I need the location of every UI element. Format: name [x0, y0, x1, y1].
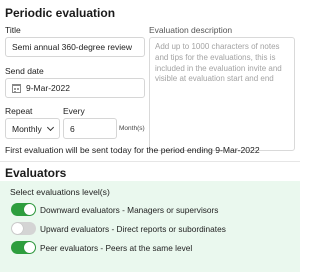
periodic-evaluation-heading: Periodic evaluation — [5, 6, 116, 20]
send-date-value: 9-Mar-2022 — [26, 83, 70, 93]
select-levels-label: Select evaluations level(s) — [10, 187, 110, 197]
first-evaluation-info: First evaluation will be sent today for … — [5, 145, 260, 155]
peer-evaluators-label: Peer evaluators - Peers at the same leve… — [40, 243, 193, 253]
downward-evaluators-label: Downward evaluators - Managers or superv… — [40, 205, 219, 215]
every-input[interactable]: 6 — [63, 118, 117, 139]
upward-evaluators-toggle[interactable] — [11, 222, 36, 235]
toggle-knob — [12, 223, 23, 234]
toggle-knob — [24, 242, 35, 253]
upward-evaluators-label: Upward evaluators - Direct reports or su… — [40, 224, 226, 234]
send-date-input[interactable]: 9-Mar-2022 — [5, 78, 145, 98]
every-input-value: 6 — [70, 123, 75, 134]
evaluation-description-placeholder: Add up to 1000 characters of notes and t… — [155, 42, 282, 84]
evaluator-row-peer: Peer evaluators - Peers at the same leve… — [0, 239, 300, 256]
evaluators-panel: Select evaluations level(s) Downward eva… — [0, 181, 300, 272]
chevron-down-icon — [46, 123, 55, 132]
title-label: Title — [5, 25, 21, 35]
evaluator-row-downward: Downward evaluators - Managers or superv… — [0, 201, 300, 218]
every-label: Every — [63, 106, 85, 116]
evaluation-description-textarea[interactable]: Add up to 1000 characters of notes and t… — [149, 37, 295, 151]
evaluation-description-label: Evaluation description — [149, 25, 233, 35]
title-input[interactable]: Semi annual 360-degree review — [5, 37, 145, 57]
title-input-value: Semi annual 360-degree review — [12, 42, 133, 52]
calendar-icon — [12, 83, 21, 93]
section-divider — [0, 161, 300, 162]
downward-evaluators-toggle[interactable] — [11, 203, 36, 216]
repeat-select-value: Monthly — [12, 123, 42, 134]
peer-evaluators-toggle[interactable] — [11, 241, 36, 254]
evaluators-heading: Evaluators — [5, 166, 67, 180]
repeat-label: Repeat — [5, 106, 33, 116]
toggle-knob — [24, 204, 35, 215]
every-unit-label: Month(s) — [119, 125, 145, 132]
repeat-select[interactable]: Monthly — [5, 118, 60, 139]
evaluator-row-upward: Upward evaluators - Direct reports or su… — [0, 220, 300, 237]
send-date-label: Send date — [5, 66, 44, 76]
